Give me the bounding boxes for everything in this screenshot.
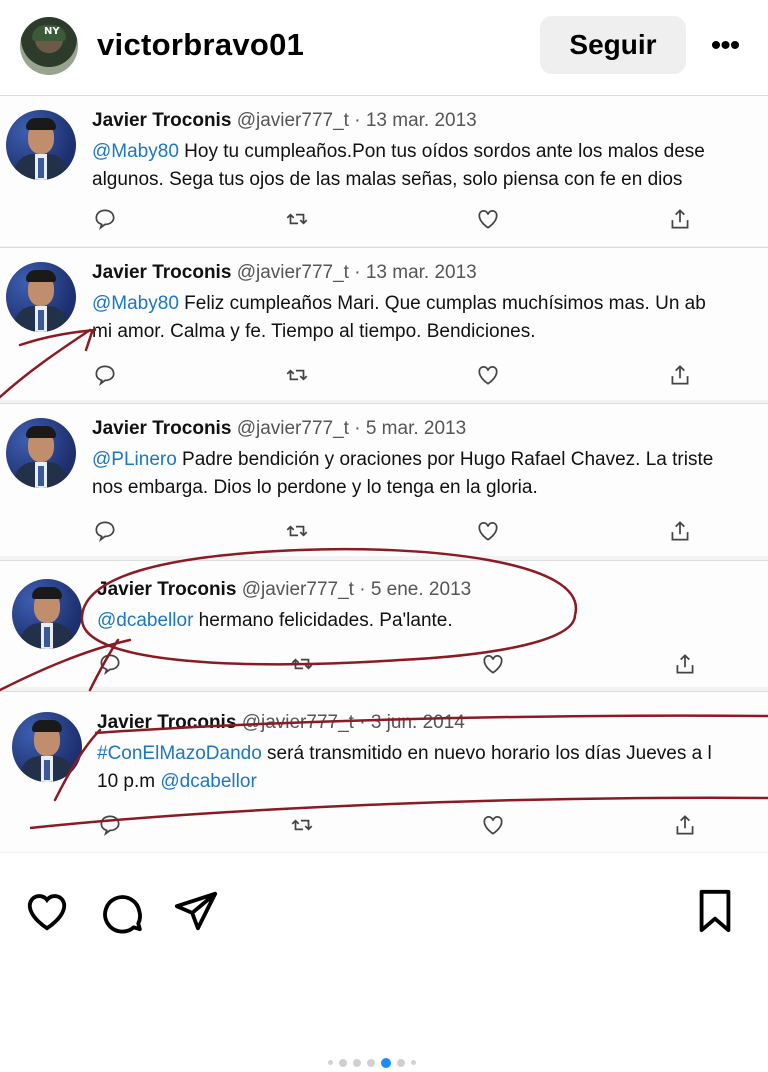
tweet-date: · 3 jun. 2014: [359, 712, 465, 733]
tweet-date: · 5 ene. 2013: [359, 579, 472, 600]
carousel-indicator: [325, 1054, 419, 1072]
tweet-actions: [92, 362, 712, 388]
tweet-handle: @javier777_t: [236, 110, 349, 131]
tweet-text-line1: hermano felicidades. Pa'lante.: [193, 610, 453, 631]
tweet-handle: @javier777_t: [241, 712, 354, 733]
carousel-dot: [339, 1058, 347, 1067]
carousel-dot: [381, 1057, 391, 1068]
tweet-avatar: [12, 579, 82, 649]
tweet-author: Javier Troconis: [92, 418, 232, 439]
retweet-icon: [286, 525, 308, 537]
retweet-icon: [286, 369, 308, 381]
tweet-text-line1: será transmitido en nuevo horario los dí…: [261, 743, 712, 764]
heart-icon: [483, 816, 503, 835]
retweet-icon: [286, 213, 308, 225]
carousel-dot: [397, 1058, 405, 1067]
tweet-author: Javier Troconis: [92, 110, 232, 131]
tweet-header: Javier Troconis @javier777_t · 5 ene. 20…: [97, 579, 471, 601]
post-action-bar: [0, 853, 768, 1068]
tweet-text: @dcabellor hermano felicidades. Pa'lante…: [97, 607, 768, 635]
share-icon[interactable]: [173, 888, 219, 934]
tweet-date: · 5 mar. 2013: [354, 418, 467, 439]
tweet-card: Javier Troconis @javier777_t · 5 mar. 20…: [0, 403, 768, 556]
tweet-text-line2: algunos. Sega tus ojos de las malas seña…: [92, 169, 683, 190]
post-image: Javier Troconis @javier777_t · 13 mar. 2…: [0, 95, 768, 853]
tweet-text-line2: mi amor. Calma y fe. Tiempo al tiempo. B…: [92, 321, 536, 342]
tweet-handle: @javier777_t: [236, 418, 349, 439]
tweet-date: · 13 mar. 2013: [354, 110, 477, 131]
tweet-header: Javier Troconis @javier777_t · 13 mar. 2…: [92, 262, 477, 284]
reply-icon: [100, 815, 120, 837]
tweet-header: Javier Troconis @javier777_t · 13 mar. 2…: [92, 110, 477, 132]
carousel-dot: [411, 1060, 416, 1066]
save-icon[interactable]: [692, 888, 738, 934]
tweet-mention: @Maby80: [92, 293, 179, 314]
follow-button[interactable]: Seguir: [540, 16, 686, 74]
retweet-icon: [291, 658, 313, 670]
tweet-hashtag: #ConElMazoDando: [97, 743, 262, 764]
tweet-author: Javier Troconis: [97, 579, 237, 600]
carousel-dot: [367, 1058, 375, 1067]
reply-icon: [95, 521, 115, 543]
tweet-actions: [92, 518, 712, 544]
tweet-card: Javier Troconis @javier777_t · 13 mar. 2…: [0, 95, 768, 246]
tweet-handle: @javier777_t: [241, 579, 354, 600]
tweet-avatar: [12, 712, 82, 782]
retweet-icon: [291, 819, 313, 831]
tweet-text-line2: nos embarga. Dios lo perdone y lo tenga …: [92, 477, 538, 498]
tweet-author: Javier Troconis: [92, 262, 232, 283]
upload-icon: [676, 654, 694, 674]
heart-icon: [483, 655, 503, 674]
reply-icon: [100, 654, 120, 676]
tweet-text: @Maby80 Hoy tu cumpleaños.Pon tus oídos …: [92, 138, 768, 194]
reply-icon: [95, 365, 115, 387]
carousel-dot: [353, 1058, 361, 1067]
carousel-dot: [328, 1060, 333, 1066]
heart-icon: [478, 210, 498, 229]
cap-logo: NY: [32, 25, 66, 41]
reply-icon: [95, 209, 115, 231]
like-icon[interactable]: [24, 888, 70, 934]
upload-icon: [671, 209, 689, 229]
upload-icon: [671, 365, 689, 385]
tweet-actions: [97, 812, 717, 838]
tweet-card: Javier Troconis @javier777_t · 13 mar. 2…: [0, 247, 768, 400]
heart-icon: [478, 366, 498, 385]
tweet-handle: @javier777_t: [236, 262, 349, 283]
tweet-mention: @dcabellor: [160, 771, 257, 792]
profile-avatar[interactable]: NY: [20, 17, 78, 75]
tweet-actions: [97, 651, 717, 677]
upload-icon: [676, 815, 694, 835]
tweet-date: · 13 mar. 2013: [354, 262, 477, 283]
tweet-text: #ConElMazoDando será transmitido en nuev…: [97, 740, 768, 796]
tweet-card: Javier Troconis @javier777_t · 3 jun. 20…: [0, 691, 768, 852]
heart-icon: [478, 522, 498, 541]
tweet-mention: @Maby80: [92, 141, 179, 162]
tweet-header: Javier Troconis @javier777_t · 3 jun. 20…: [97, 712, 465, 734]
tweet-avatar: [6, 262, 76, 332]
upload-icon: [671, 521, 689, 541]
tweet-header: Javier Troconis @javier777_t · 5 mar. 20…: [92, 418, 466, 440]
tweet-mention: @dcabellor: [97, 610, 194, 631]
tweet-text: @PLinero Padre bendición y oraciones por…: [92, 446, 768, 502]
post-header: NY victorbravo01 Seguir •••: [0, 0, 768, 95]
tweet-avatar: [6, 418, 76, 488]
tweet-avatar: [6, 110, 76, 180]
tweet-card: Javier Troconis @javier777_t · 5 ene. 20…: [0, 560, 768, 687]
comment-icon[interactable]: [99, 888, 145, 934]
tweet-mention: @PLinero: [92, 449, 177, 470]
more-options-icon[interactable]: •••: [705, 26, 745, 66]
tweet-text-line1: Feliz cumpleaños Mari. Que cumplas muchí…: [178, 293, 706, 314]
username[interactable]: victorbravo01: [97, 27, 304, 63]
tweet-actions: [92, 206, 712, 232]
tweet-text-line2: 10 p.m: [97, 771, 161, 792]
tweet-text: @Maby80 Feliz cumpleaños Mari. Que cumpl…: [92, 290, 768, 346]
tweet-text-line1: Hoy tu cumpleaños.Pon tus oídos sordos a…: [178, 141, 705, 162]
tweet-text-line1: Padre bendición y oraciones por Hugo Raf…: [176, 449, 714, 470]
tweet-author: Javier Troconis: [97, 712, 237, 733]
